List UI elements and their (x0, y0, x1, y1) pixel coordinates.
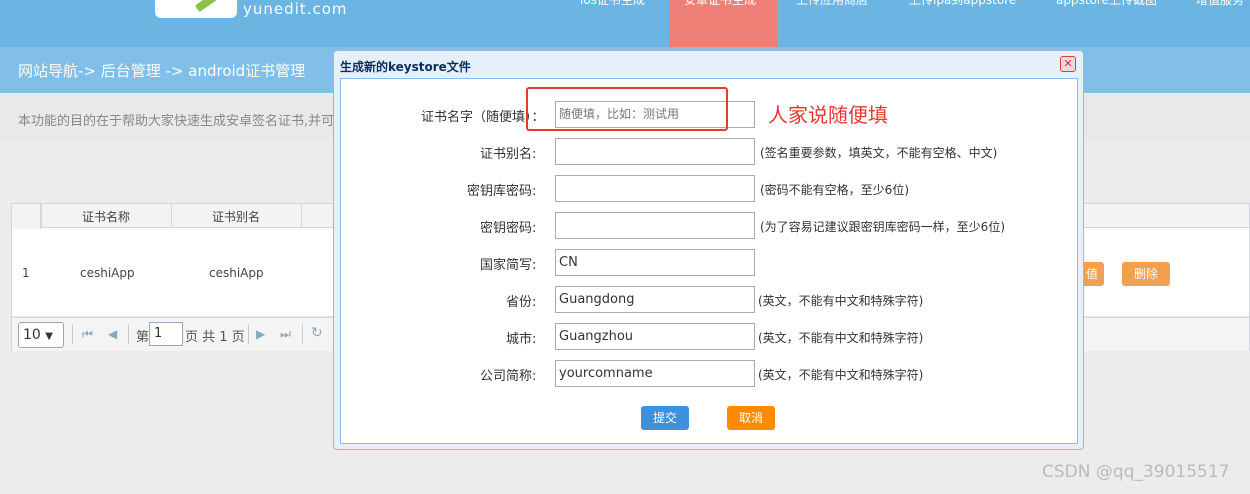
dialog-title: 生成新的keystore文件 (340, 60, 471, 74)
row-number: 1 (22, 266, 30, 280)
pager-divider (72, 324, 73, 344)
breadcrumb: 网站导航-> 后台管理 -> android证书管理 (18, 62, 306, 80)
column-divider (41, 204, 42, 228)
annotation-text: 人家说随便填 (768, 103, 888, 127)
province-input[interactable]: Guangdong (555, 286, 755, 313)
delete-button[interactable]: 删除 (1122, 262, 1170, 286)
column-divider (171, 204, 172, 228)
page-number-input[interactable]: 1 (149, 322, 183, 346)
column-divider (301, 204, 302, 228)
next-page-icon[interactable]: ▶ (256, 327, 265, 341)
nav-upload-ipa[interactable]: 上传ipa到appstore (909, 0, 1016, 10)
page-label-suffix: 页 共 1 页 (185, 330, 245, 345)
pager-divider (128, 324, 129, 344)
logo-text: yunedit.com (243, 0, 348, 18)
keystore-password-label: 密钥库密码: (467, 184, 537, 199)
key-password-hint: (为了容易记建议跟密钥库密码一样，至少6位) (760, 220, 1005, 234)
province-hint: (英文，不能有中文和特殊字符) (758, 294, 924, 308)
logo[interactable] (155, 0, 237, 18)
company-input[interactable]: yourcomname (555, 360, 755, 387)
cancel-button[interactable]: 取消 (727, 406, 775, 430)
column-header-cert-alias[interactable]: 证书别名 (212, 208, 260, 225)
company-hint: (英文，不能有中文和特殊字符) (758, 368, 924, 382)
page-size-value: 10 (23, 327, 41, 343)
page-size-select[interactable]: 10 ▼ (18, 322, 64, 348)
page-label-prefix: 第 (136, 330, 150, 345)
cell-cert-name: ceshiApp (80, 266, 135, 280)
column-header-cert-name[interactable]: 证书名称 (82, 208, 130, 225)
close-icon[interactable]: ✕ (1060, 56, 1076, 72)
city-hint: (英文，不能有中文和特殊字符) (758, 331, 924, 345)
pencil-icon (194, 0, 220, 13)
cell-cert-alias: ceshiApp (209, 266, 264, 280)
first-page-icon[interactable]: ⏮ (82, 327, 93, 342)
refresh-icon[interactable]: ↻ (311, 325, 323, 341)
cert-alias-hint: (签名重要参数，填英文，不能有空格、中文) (760, 146, 998, 160)
pager-divider (302, 324, 303, 344)
pager-divider (248, 324, 249, 344)
nav-screenshots[interactable]: appstore上传截图 (1056, 0, 1157, 10)
last-page-icon[interactable]: ⏭ (280, 327, 291, 342)
watermark: CSDN @qq_39015517 (1042, 462, 1230, 482)
city-label: 城市: (506, 332, 537, 347)
nav-android-cert[interactable]: 安卓证书生成 (684, 0, 756, 10)
province-label: 省份: (506, 295, 537, 310)
highlight-box (526, 87, 728, 131)
key-password-label: 密钥密码: (480, 221, 537, 236)
top-header: yunedit.com ios证书生成 安卓证书生成 上传应用商店 上传ipa到… (0, 0, 1250, 47)
dialog-body: 证书名字（随便填）： 随便填，比如：测试用 证书别名: (签名重要参数，填英文，… (340, 78, 1078, 444)
submit-button[interactable]: 提交 (641, 406, 689, 430)
country-code-input[interactable]: CN (555, 249, 755, 276)
keystore-password-hint: (密码不能有空格，至少6位) (760, 183, 909, 197)
nav-value-added[interactable]: 增值服务 (1196, 0, 1250, 10)
country-code-label: 国家简写: (480, 258, 537, 273)
page-description: 本功能的目的在于帮助大家快速生成安卓签名证书,并可 (18, 114, 335, 129)
nav-upload-store[interactable]: 上传应用商店 (796, 0, 868, 10)
prev-page-icon[interactable]: ◀ (108, 327, 117, 341)
city-input[interactable]: Guangzhou (555, 323, 755, 350)
cert-alias-label: 证书别名: (480, 147, 537, 162)
nav-ios-cert[interactable]: ios证书生成 (580, 0, 645, 10)
company-label: 公司简称: (480, 369, 537, 384)
keystore-password-input[interactable] (555, 175, 755, 202)
key-password-input[interactable] (555, 212, 755, 239)
cert-alias-input[interactable] (555, 138, 755, 165)
chevron-down-icon: ▼ (45, 331, 53, 342)
